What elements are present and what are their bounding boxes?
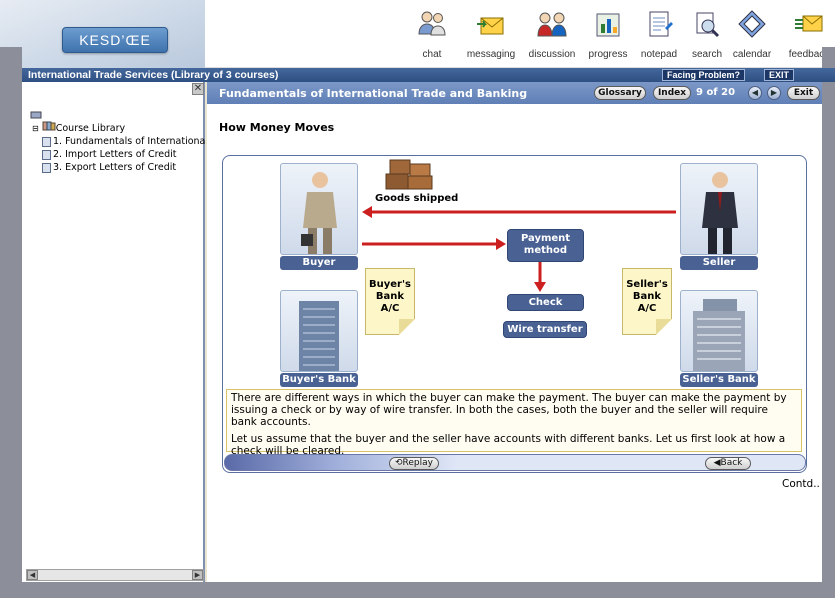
toolbar-label: discussion — [528, 49, 576, 60]
glossary-button[interactable]: Glossary — [594, 86, 646, 100]
index-button[interactable]: Index — [653, 86, 691, 100]
facing-problem-button[interactable]: Facing Problem? — [662, 69, 746, 81]
tree-item-course-2[interactable]: 2. Import Letters of Credit — [42, 148, 177, 161]
scroll-left-icon[interactable]: ◀ — [27, 570, 38, 580]
toolbar-discussion[interactable]: discussion — [527, 8, 577, 64]
course-title-bar: International Trade Services (Library of… — [22, 68, 835, 82]
buyers-bank-account-note: Buyer's Bank A/C — [365, 268, 415, 335]
boxes-icon — [385, 159, 433, 190]
search-icon — [696, 12, 720, 38]
buyer-figure — [280, 163, 358, 255]
toolbar-messaging[interactable]: messaging — [463, 8, 519, 64]
notepad-icon — [649, 11, 673, 37]
next-page-icon[interactable]: ▶ — [767, 86, 781, 100]
back-button[interactable]: ◀Back — [705, 457, 751, 470]
seller-label: Seller — [680, 256, 758, 270]
toolbar-label: search — [691, 49, 722, 60]
tree-item-course-3[interactable]: 3. Export Letters of Credit — [42, 161, 176, 174]
sellers-bank-account-note: Seller's Bank A/C — [622, 268, 672, 335]
toolbar-chat[interactable]: chat — [414, 8, 450, 64]
bank-building-icon — [693, 299, 745, 371]
buyer-person-icon — [301, 172, 337, 254]
toolbar-label: messaging — [466, 49, 516, 60]
close-panel-icon[interactable]: ✕ — [192, 83, 204, 95]
description-paragraph: There are different ways in which the bu… — [231, 392, 787, 428]
toolbar-search[interactable]: search — [690, 8, 724, 64]
feedback-icon — [795, 15, 823, 32]
lesson-nav-bar: ⟲Replay ◀Back — [224, 454, 806, 471]
tree-item-course-library[interactable]: ⊟ Course Library — [32, 121, 125, 134]
books-icon — [42, 121, 56, 131]
calendar-icon — [738, 10, 766, 38]
tree-item-label: 1. Fundamentals of Internationa — [53, 136, 206, 147]
toolbar-label: calendar — [732, 49, 772, 60]
scroll-right-icon[interactable]: ▶ — [192, 570, 203, 580]
tree-horizontal-scrollbar[interactable]: ◀ ▶ — [26, 569, 204, 581]
tree-item-course-1[interactable]: 1. Fundamentals of Internationa — [42, 135, 205, 148]
exit-button[interactable]: EXIT — [764, 69, 795, 81]
lesson-header-bar: Fundamentals of International Trade and … — [207, 82, 822, 104]
window-frame-bottom — [0, 582, 835, 598]
check-box: Check — [507, 294, 584, 311]
seller-person-icon — [702, 172, 738, 254]
page-title: How Money Moves — [219, 121, 335, 134]
back-icon: ◀ — [713, 458, 721, 468]
sellers-bank-label: Seller's Bank — [680, 373, 758, 387]
back-label: Back — [720, 458, 743, 468]
toolbar-label: notepad — [640, 49, 678, 60]
page-indicator: 9 of 20 — [696, 87, 736, 98]
replay-icon: ⟲ — [395, 458, 403, 468]
description-box: There are different ways in which the bu… — [226, 389, 802, 457]
window-frame-left — [0, 47, 22, 598]
seller-figure — [680, 163, 758, 255]
tree-item-label: 2. Import Letters of Credit — [53, 149, 177, 160]
progress-icon — [596, 13, 620, 37]
toolbar-label: chat — [422, 49, 442, 60]
lesson-exit-button[interactable]: Exit — [787, 86, 820, 100]
previous-page-icon[interactable]: ◀ — [748, 86, 762, 100]
buyers-bank-figure — [280, 290, 358, 372]
payment-method-box: Payment method — [507, 229, 584, 262]
sellers-bank-figure — [680, 290, 758, 372]
chat-icon — [418, 11, 446, 36]
buyers-bank-label: Buyer's Bank — [280, 373, 358, 387]
toolbar-notepad[interactable]: notepad — [639, 8, 679, 64]
toolbar-progress[interactable]: progress — [587, 8, 629, 64]
discussion-icon — [537, 12, 567, 37]
book-icon — [42, 136, 51, 147]
lesson-title: Fundamentals of International Trade and … — [219, 87, 528, 100]
window-frame-right — [822, 47, 835, 598]
wire-transfer-box: Wire transfer — [503, 321, 587, 338]
replay-button[interactable]: ⟲Replay — [389, 457, 439, 470]
tree-item-label: 3. Export Letters of Credit — [53, 162, 177, 173]
messaging-icon — [477, 17, 504, 35]
course-library-title: International Trade Services (Library of… — [28, 69, 279, 81]
buyer-label: Buyer — [280, 256, 358, 270]
toolbar-calendar[interactable]: calendar — [731, 8, 773, 64]
bank-building-icon — [299, 301, 339, 371]
logo: KESD’ŒE — [62, 27, 168, 53]
tree-root-label: Course Library — [55, 123, 126, 134]
continued-text: Contd.. — [782, 478, 820, 490]
book-icon — [42, 149, 51, 160]
book-icon — [42, 162, 51, 173]
toolbar-label: progress — [588, 49, 628, 60]
replay-label: Replay — [402, 458, 433, 468]
